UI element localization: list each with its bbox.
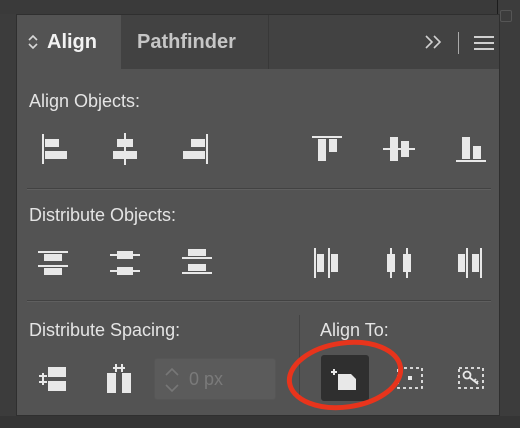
vertical-distribute-space-icon [39,367,66,391]
horizontal-align-center-icon [113,133,137,165]
section-divider [27,300,491,302]
horizontal-distribute-right-icon [458,248,482,278]
spacing-value-field[interactable] [154,358,276,400]
align-to-selection-button[interactable] [388,358,432,398]
horizontal-distribute-left-button[interactable] [305,243,349,283]
hamburger-menu-icon[interactable] [472,33,496,53]
vertical-distribute-bottom-button[interactable] [175,243,219,283]
expand-collapse-icon[interactable] [27,33,39,51]
align-to-key-object-button[interactable] [449,358,493,398]
app-left-bar [0,14,16,428]
tab-align-label: Align [47,30,97,53]
spacing-input[interactable] [189,365,269,393]
vertical-divider [299,315,300,399]
horizontal-distribute-center-button[interactable] [377,243,421,283]
vertical-align-center-icon [383,137,415,161]
horizontal-distribute-right-button[interactable] [449,243,493,283]
horizontal-align-right-icon [183,134,208,164]
vertical-distribute-top-button[interactable] [31,243,75,283]
align-panel: Align Pathfinder Align Objects: Distribu… [16,14,500,416]
app-bottom-bar [0,416,520,428]
vertical-align-top-button[interactable] [305,129,349,169]
tab-pathfinder-label: Pathfinder [137,30,236,53]
tab-pathfinder[interactable]: Pathfinder [121,15,269,69]
section-divider [27,188,491,190]
horizontal-distribute-space-button[interactable] [97,359,141,399]
align-to-artboard-button[interactable] [321,355,369,401]
vertical-distribute-top-icon [38,251,68,275]
toolbar-separator [458,32,459,54]
panel-dock-icon[interactable] [500,10,512,22]
align-to-key-object-icon [458,367,484,389]
horizontal-align-right-button[interactable] [175,129,219,169]
vertical-align-bottom-button[interactable] [449,129,493,169]
horizontal-distribute-space-icon [107,364,131,393]
distribute-spacing-label: Distribute Spacing: [29,320,181,340]
app-right-bar [497,0,520,428]
vertical-align-center-button[interactable] [377,129,421,169]
horizontal-align-left-button[interactable] [31,129,75,169]
vertical-align-top-icon [312,136,342,161]
align-to-selection-icon [397,367,423,389]
app-top-bar [0,0,520,14]
horizontal-align-center-button[interactable] [103,129,147,169]
stepper-arrows-icon[interactable] [163,365,181,395]
tab-align[interactable]: Align [17,15,121,69]
distribute-objects-label: Distribute Objects: [29,205,177,225]
align-to-label: Align To: [320,320,389,340]
vertical-align-bottom-icon [456,137,486,162]
horizontal-align-left-icon [42,134,67,164]
double-chevron-right-icon[interactable] [421,30,447,54]
vertical-distribute-center-icon [110,251,140,275]
vertical-distribute-space-button[interactable] [31,359,75,399]
horizontal-distribute-center-icon [387,248,411,278]
align-objects-label: Align Objects: [29,91,141,111]
horizontal-distribute-left-icon [314,248,338,278]
vertical-distribute-center-button[interactable] [103,243,147,283]
panel-tab-bar: Align Pathfinder [17,15,499,69]
align-to-artboard-icon [331,369,356,390]
vertical-distribute-bottom-icon [182,249,212,274]
